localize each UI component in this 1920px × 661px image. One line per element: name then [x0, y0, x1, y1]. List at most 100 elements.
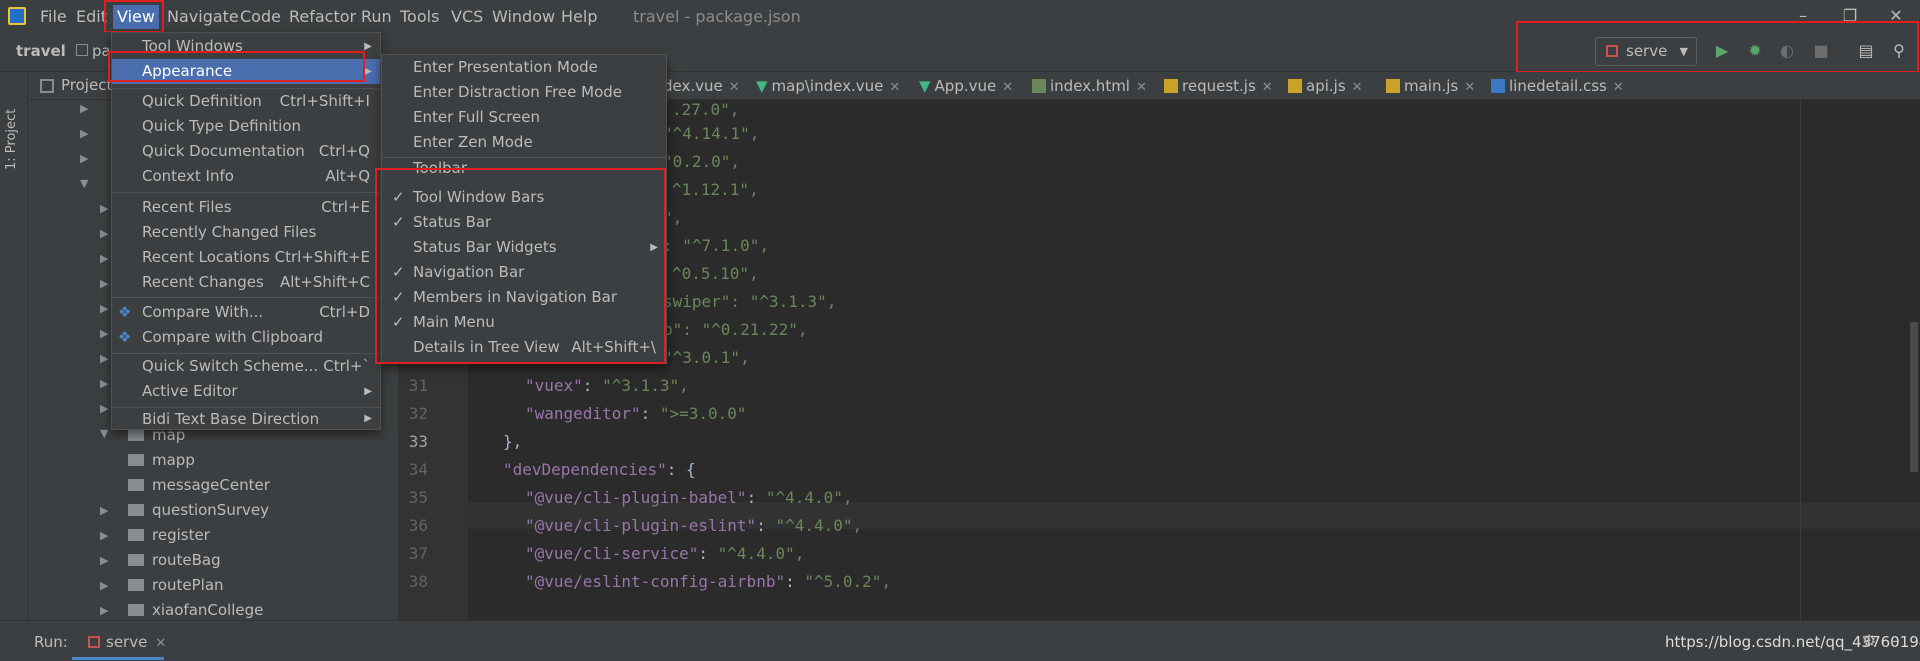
tab-app-vue[interactable]: ▼ App.vue ✕: [919, 76, 1013, 96]
tree-arrow-icon[interactable]: ▶: [100, 529, 108, 542]
view-menu-item[interactable]: Context Info Alt+Q: [112, 164, 380, 189]
menu-file[interactable]: File: [36, 5, 71, 29]
code-line[interactable]: "^3.0.1",: [663, 348, 750, 367]
tree-arrow-icon[interactable]: ▶: [100, 202, 108, 215]
tree-arrow-icon[interactable]: ▶: [100, 252, 108, 265]
tree-folder[interactable]: xiaofanCollege: [128, 598, 263, 622]
close-icon[interactable]: ✕: [1002, 80, 1013, 95]
tab-index-vue[interactable]: dex.vue ✕: [663, 76, 740, 96]
tree-arrow-icon[interactable]: ▼: [100, 427, 108, 440]
code-line[interactable]: "@vue/cli-service": "^4.4.0",: [525, 544, 804, 563]
view-menu-item[interactable]: Bidi Text Base Direction ▶: [112, 408, 380, 430]
code-line[interactable]: "@vue/cli-plugin-eslint": "^4.4.0",: [525, 516, 862, 535]
tab-label: linedetail.css: [1509, 77, 1607, 95]
view-menu-item[interactable]: Quick Type Definition: [112, 114, 380, 139]
close-icon[interactable]: ✕: [155, 636, 166, 651]
tree-arrow-icon[interactable]: ▶: [100, 377, 108, 390]
tree-folder[interactable]: questionSurvey: [128, 498, 269, 522]
menu-window[interactable]: Window: [488, 5, 559, 29]
code-line[interactable]: "0.2.0",: [663, 152, 740, 171]
code-line[interactable]: "devDependencies": {: [503, 460, 696, 479]
code-value: "^4.4.0",: [717, 544, 805, 563]
project-tool-tab[interactable]: 1: Project: [4, 80, 24, 170]
tab-linedetail-css[interactable]: linedetail.css ✕: [1491, 76, 1624, 96]
tree-folder[interactable]: register: [128, 523, 210, 547]
code-line[interactable]: ^0.5.10",: [672, 264, 759, 283]
tree-folder[interactable]: routePlan: [128, 573, 224, 597]
menu-refactor[interactable]: Refactor: [285, 5, 360, 29]
checkbox-group-highlight-box: [375, 168, 666, 364]
code-line[interactable]: "@vue/cli-plugin-babel": "^4.4.0",: [525, 488, 853, 507]
code-line[interactable]: "vuex": "^3.1.3",: [525, 376, 689, 395]
view-menu-item[interactable]: Active Editor ▶: [112, 379, 380, 404]
tree-arrow-icon[interactable]: ▶: [80, 152, 88, 165]
tree-arrow-icon[interactable]: ▶: [100, 227, 108, 240]
tree-arrow-icon[interactable]: ▶: [100, 604, 108, 617]
run-tab[interactable]: serve ✕: [88, 633, 166, 651]
code-line[interactable]: "^4.14.1",: [663, 124, 759, 143]
menu-navigate[interactable]: Navigate: [163, 5, 243, 29]
tree-arrow-icon[interactable]: ▶: [80, 102, 88, 115]
view-menu-item[interactable]: Quick Switch Scheme... Ctrl+`: [112, 354, 380, 379]
tree-folder[interactable]: messageCenter: [128, 473, 270, 497]
close-icon[interactable]: ✕: [1136, 80, 1147, 95]
tree-arrow-icon[interactable]: ▼: [80, 177, 88, 190]
shortcut: Ctrl+E: [321, 198, 370, 216]
view-menu-item[interactable]: Quick Documentation Ctrl+Q: [112, 139, 380, 164]
view-menu-item[interactable]: Recent Files Ctrl+E: [112, 195, 380, 220]
view-menu-item[interactable]: ❖ Compare with Clipboard: [112, 325, 380, 350]
close-icon[interactable]: ✕: [1352, 80, 1363, 95]
editor-scrollbar[interactable]: [1910, 322, 1918, 472]
view-menu-item[interactable]: ❖ Compare With... Ctrl+D: [112, 300, 380, 325]
tree-arrow-icon[interactable]: ▶: [100, 352, 108, 365]
tree-arrow-icon[interactable]: ▶: [100, 579, 108, 592]
appearance-menu-item[interactable]: Enter Full Screen: [382, 105, 666, 130]
tree-folder[interactable]: mapp: [128, 448, 195, 472]
tree-arrow-icon[interactable]: ▶: [100, 302, 108, 315]
close-icon[interactable]: ✕: [889, 80, 900, 95]
appearance-menu-item[interactable]: Enter Distraction Free Mode: [382, 80, 666, 105]
menu-vcs[interactable]: VCS: [447, 5, 487, 29]
breadcrumb-file[interactable]: pa: [76, 42, 111, 60]
code-line[interactable]: "@vue/eslint-config-airbnb": "^5.0.2",: [525, 572, 891, 591]
appearance-menu-item[interactable]: Enter Zen Mode: [382, 130, 666, 155]
menu-code[interactable]: Code: [236, 5, 285, 29]
menu-run[interactable]: Run: [357, 5, 396, 29]
code-line[interactable]: },: [503, 432, 522, 451]
tree-folder[interactable]: routeBag: [128, 548, 221, 572]
tab-api-js[interactable]: api.js ✕: [1288, 76, 1363, 96]
close-icon[interactable]: ✕: [1464, 80, 1475, 95]
view-menu-item[interactable]: Recently Changed Files: [112, 220, 380, 245]
close-icon[interactable]: ✕: [729, 80, 740, 95]
breadcrumb-project[interactable]: travel: [16, 42, 66, 60]
line-number: 33: [408, 432, 428, 451]
code-line[interactable]: swiper": "^3.1.3",: [663, 292, 836, 311]
tab-map-index-vue[interactable]: ▼ map\index.vue ✕: [756, 76, 900, 96]
tree-arrow-icon[interactable]: ▶: [100, 554, 108, 567]
close-icon[interactable]: ✕: [1262, 80, 1273, 95]
tab-request-js[interactable]: request.js ✕: [1164, 76, 1273, 96]
tree-arrow-icon[interactable]: ▶: [100, 327, 108, 340]
close-icon[interactable]: ✕: [1613, 80, 1624, 95]
code-line[interactable]: : "^7.1.0",: [663, 236, 769, 255]
view-menu-item[interactable]: Recent Changes Alt+Shift+C: [112, 270, 380, 295]
settings-icon[interactable]: ⚙: [1862, 631, 1876, 650]
tab-label: main.js: [1404, 77, 1459, 95]
tab-index-html[interactable]: index.html ✕: [1032, 76, 1147, 96]
tree-arrow-icon[interactable]: ▶: [100, 277, 108, 290]
code-line[interactable]: "wangeditor": ">=3.0.0": [525, 404, 747, 423]
appearance-menu-item[interactable]: Enter Presentation Mode: [382, 55, 666, 80]
view-menu-item[interactable]: Recent Locations Ctrl+Shift+E: [112, 245, 380, 270]
compare-icon: ❖: [118, 303, 132, 321]
menu-tools[interactable]: Tools: [396, 5, 443, 29]
view-menu-item[interactable]: Quick Definition Ctrl+Shift+I: [112, 89, 380, 114]
tree-arrow-icon[interactable]: ▶: [100, 504, 108, 517]
code-line[interactable]: .27.0",: [672, 100, 739, 119]
menu-help[interactable]: Help: [557, 5, 601, 29]
tab-main-js[interactable]: main.js ✕: [1386, 76, 1475, 96]
code-line[interactable]: p": "^0.21.22",: [663, 320, 808, 339]
tree-arrow-icon[interactable]: ▶: [80, 127, 88, 140]
code-line[interactable]: ^1.12.1",: [672, 180, 759, 199]
minimize-panel-icon[interactable]: –: [1890, 631, 1898, 650]
tree-arrow-icon[interactable]: ▶: [100, 402, 108, 415]
